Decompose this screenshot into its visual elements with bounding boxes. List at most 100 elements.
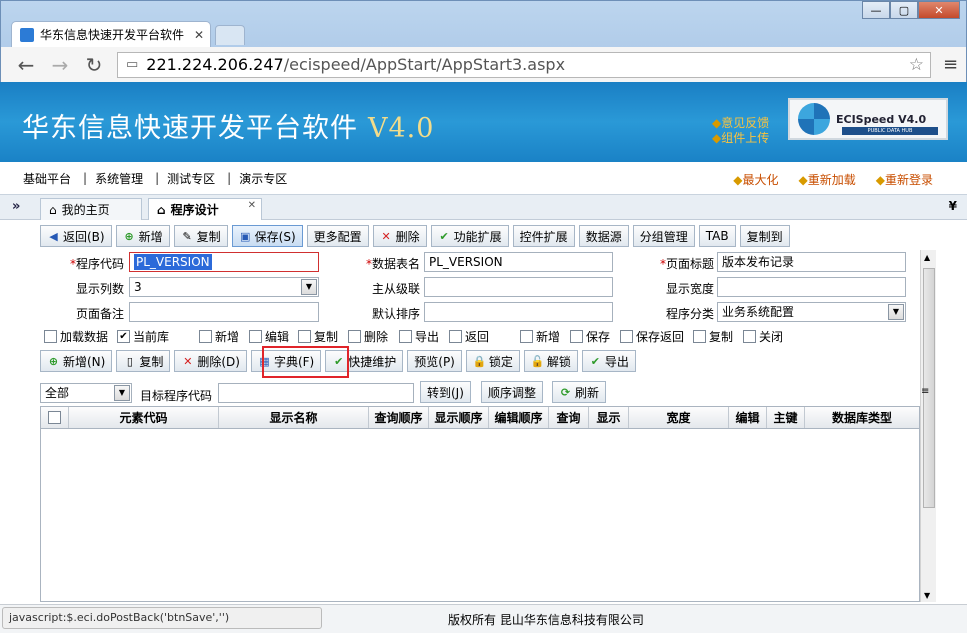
splitter-grip-icon[interactable]: ≡ bbox=[921, 386, 929, 397]
col-display-name[interactable]: 显示名称 bbox=[219, 407, 369, 428]
page-title-input[interactable]: 版本发布记录 bbox=[717, 252, 906, 272]
col-display[interactable]: 显示 bbox=[589, 407, 629, 428]
minimize-button[interactable]: — bbox=[862, 1, 890, 19]
menu-item-demo-zone[interactable]: 演示专区 bbox=[239, 170, 287, 187]
checkbox-return[interactable]: 返回 bbox=[449, 328, 489, 345]
chevron-down-icon[interactable]: ▼ bbox=[114, 385, 130, 401]
menu-item-test-zone[interactable]: 测试专区 bbox=[167, 170, 215, 187]
browser-menu-icon[interactable]: ≡ bbox=[943, 54, 958, 75]
relogin-link[interactable]: ◆重新登录 bbox=[876, 171, 933, 188]
delete-button[interactable]: ✕ 删除 bbox=[372, 225, 427, 247]
reload-icon[interactable]: ↻ bbox=[83, 53, 105, 77]
checkbox-save-return[interactable]: 保存返回 bbox=[620, 328, 684, 345]
tab-button[interactable]: TAB bbox=[698, 225, 736, 247]
checkbox-copy-2[interactable]: 复制 bbox=[693, 328, 733, 345]
checkbox-box[interactable] bbox=[348, 330, 361, 343]
close-window-button[interactable]: ✕ bbox=[918, 1, 960, 19]
col-element-code[interactable]: 元素代码 bbox=[69, 407, 219, 428]
goto-button[interactable]: 转到(J) bbox=[420, 381, 471, 403]
add-element-button[interactable]: ⊕ 新增(N) bbox=[40, 350, 113, 372]
delete-element-button[interactable]: ✕ 删除(D) bbox=[174, 350, 247, 372]
more-config-button[interactable]: 更多配置 bbox=[306, 225, 369, 247]
col-edit[interactable]: 编辑 bbox=[729, 407, 767, 428]
copy-element-button[interactable]: ▯ 复制 bbox=[116, 350, 171, 372]
chevron-down-icon[interactable]: ▼ bbox=[301, 279, 317, 295]
checkbox-box[interactable] bbox=[520, 330, 533, 343]
checkbox-box[interactable] bbox=[199, 330, 212, 343]
checkbox-box[interactable] bbox=[44, 330, 57, 343]
checkbox-box[interactable] bbox=[620, 330, 633, 343]
lock-button[interactable]: 🔒 锁定 bbox=[465, 350, 520, 372]
back-arrow-icon[interactable]: ← bbox=[15, 53, 37, 77]
collapse-icon[interactable]: ¥ bbox=[949, 199, 957, 213]
forward-arrow-icon[interactable]: → bbox=[49, 53, 71, 77]
program-category-select[interactable]: 业务系统配置 ▼ bbox=[717, 302, 906, 322]
checkbox-box-checked[interactable]: ✔ bbox=[117, 330, 130, 343]
display-columns-select[interactable]: 3 ▼ bbox=[129, 277, 319, 297]
checkbox-box[interactable] bbox=[249, 330, 262, 343]
checkbox-box[interactable] bbox=[743, 330, 756, 343]
tab-program-design[interactable]: ⌂ 程序设计 ✕ bbox=[148, 198, 262, 220]
checkbox-save[interactable]: 保存 bbox=[570, 328, 610, 345]
save-button[interactable]: ▣ 保存(S) bbox=[231, 225, 303, 247]
order-adjust-button[interactable]: 顺序调整 bbox=[481, 381, 544, 403]
checkbox-load-data[interactable]: 加载数据 bbox=[44, 328, 108, 345]
checkbox-export[interactable]: 导出 bbox=[399, 328, 439, 345]
bookmark-star-icon[interactable]: ☆ bbox=[909, 55, 924, 75]
col-db-type[interactable]: 数据库类型 bbox=[805, 407, 919, 428]
new-tab-button[interactable] bbox=[215, 25, 245, 45]
default-sort-input[interactable] bbox=[424, 302, 613, 322]
export-button[interactable]: ✔ 导出 bbox=[581, 350, 636, 372]
checkbox-box[interactable] bbox=[399, 330, 412, 343]
expand-sidebar-icon[interactable]: » bbox=[12, 199, 20, 214]
vertical-scrollbar[interactable]: ▲ ▼ bbox=[920, 250, 936, 602]
add-button[interactable]: ⊕ 新增 bbox=[115, 225, 170, 247]
back-button[interactable]: ◀ 返回(B) bbox=[40, 225, 112, 247]
checkbox-add[interactable]: 新增 bbox=[199, 328, 239, 345]
function-extend-button[interactable]: ✔ 功能扩展 bbox=[430, 225, 509, 247]
refresh-button[interactable]: ⟳ 刷新 bbox=[552, 381, 607, 403]
maximize-button[interactable]: ▢ bbox=[890, 1, 918, 19]
address-bar[interactable]: ▭ 221.224.206.247/ecispeed/AppStart/AppS… bbox=[117, 51, 931, 78]
browser-tab-active[interactable]: 华东信息快速开发平台软件 ✕ bbox=[11, 21, 211, 47]
feedback-link[interactable]: ◆意见反馈 bbox=[712, 116, 769, 131]
checkbox-box[interactable] bbox=[298, 330, 311, 343]
checkbox-add-2[interactable]: 新增 bbox=[520, 328, 560, 345]
group-manage-button[interactable]: 分组管理 bbox=[632, 225, 695, 247]
reload-link[interactable]: ◆重新加载 bbox=[799, 171, 856, 188]
scroll-up-icon[interactable]: ▲ bbox=[924, 253, 930, 262]
chevron-down-icon[interactable]: ▼ bbox=[888, 304, 904, 320]
display-width-input[interactable] bbox=[717, 277, 906, 297]
target-program-input[interactable] bbox=[218, 383, 414, 403]
tab-close-icon[interactable]: ✕ bbox=[194, 28, 204, 42]
col-primary-key[interactable]: 主键 bbox=[767, 407, 805, 428]
tab-home[interactable]: ⌂ 我的主页 bbox=[40, 198, 142, 220]
checkbox-box[interactable] bbox=[449, 330, 462, 343]
menu-item-basic-platform[interactable]: 基础平台 bbox=[23, 170, 71, 187]
checkbox-edit[interactable]: 编辑 bbox=[249, 328, 289, 345]
col-edit-order[interactable]: 编辑顺序 bbox=[489, 407, 549, 428]
upload-link[interactable]: ◆组件上传 bbox=[712, 131, 769, 146]
maximize-link[interactable]: ◆最大化 bbox=[733, 171, 778, 188]
preview-button[interactable]: 预览(P) bbox=[407, 350, 462, 372]
table-name-input[interactable]: PL_VERSION bbox=[424, 252, 613, 272]
checkbox-delete[interactable]: 删除 bbox=[348, 328, 388, 345]
col-query[interactable]: 查询 bbox=[549, 407, 589, 428]
checkbox-current-db[interactable]: ✔ 当前库 bbox=[117, 328, 169, 345]
tab-close-icon[interactable]: ✕ bbox=[248, 200, 256, 211]
datasource-button[interactable]: 数据源 bbox=[578, 225, 629, 247]
scope-select[interactable]: 全部 ▼ bbox=[40, 383, 132, 403]
master-detail-input[interactable] bbox=[424, 277, 613, 297]
checkbox-box[interactable] bbox=[570, 330, 583, 343]
checkbox-box[interactable] bbox=[48, 411, 61, 424]
checkbox-copy[interactable]: 复制 bbox=[298, 328, 338, 345]
program-code-input[interactable]: PL_VERSION bbox=[129, 252, 319, 272]
checkbox-close[interactable]: 关闭 bbox=[743, 328, 783, 345]
unlock-button[interactable]: 🔓 解锁 bbox=[523, 350, 578, 372]
copy-to-button[interactable]: 复制到 bbox=[739, 225, 790, 247]
col-width[interactable]: 宽度 bbox=[629, 407, 729, 428]
select-all-checkbox[interactable] bbox=[41, 407, 69, 428]
scroll-down-icon[interactable]: ▼ bbox=[924, 591, 930, 600]
menu-item-system-management[interactable]: 系统管理 bbox=[95, 170, 143, 187]
page-remark-input[interactable] bbox=[129, 302, 319, 322]
